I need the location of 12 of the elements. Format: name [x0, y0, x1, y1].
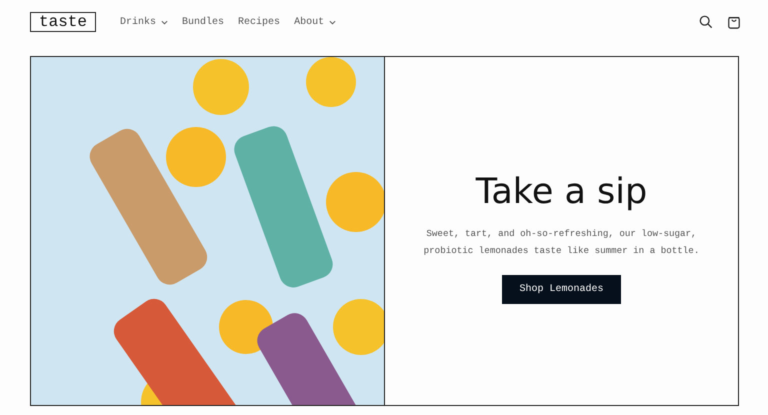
- shop-lemonades-button[interactable]: Shop Lemonades: [502, 275, 620, 304]
- logo[interactable]: taste: [30, 12, 96, 32]
- search-icon[interactable]: [699, 15, 713, 29]
- caret-icon: [161, 20, 168, 24]
- nav-link[interactable]: Drinks: [120, 16, 168, 28]
- caret-icon: [329, 20, 336, 24]
- cart-icon[interactable]: [727, 15, 741, 29]
- nav-link[interactable]: Recipes: [238, 16, 280, 28]
- hero-text: Sweet, tart, and oh-so-refreshing, our low-sugar, probiotic lemonades taste like summer in a bottle.: [422, 227, 700, 258]
- nav-link[interactable]: Bundles: [182, 16, 224, 28]
- nav-link[interactable]: About: [294, 16, 336, 28]
- hero-title: Take a sip: [476, 172, 648, 212]
